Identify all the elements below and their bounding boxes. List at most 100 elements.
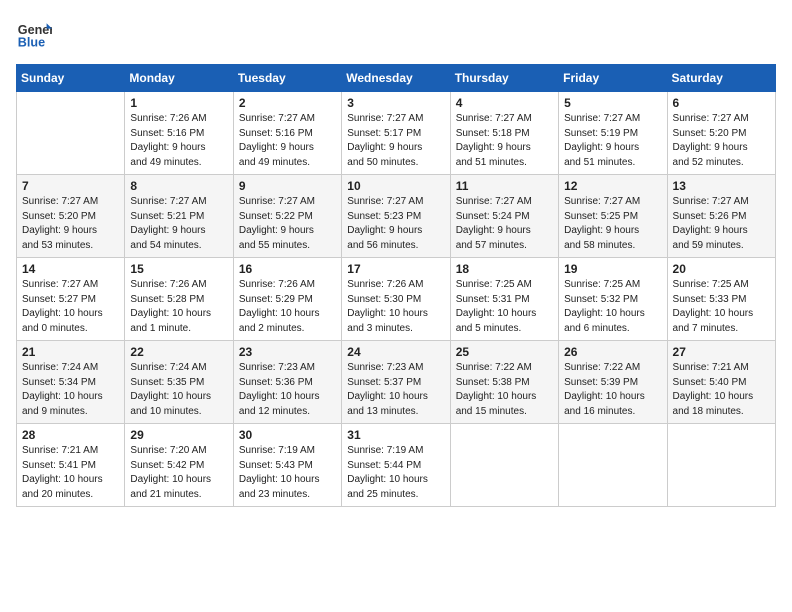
day-cell: 28 Sunrise: 7:21 AM Sunset: 5:41 PM Dayl…: [17, 424, 125, 507]
logo-icon: General Blue: [16, 16, 52, 52]
day-number: 3: [347, 96, 444, 110]
day-number: 12: [564, 179, 661, 193]
day-info: Sunrise: 7:27 AM Sunset: 5:19 PM Dayligh…: [564, 112, 661, 170]
day-info: Sunrise: 7:27 AM Sunset: 5:17 PM Dayligh…: [347, 112, 444, 170]
day-info: Sunrise: 7:26 AM Sunset: 5:16 PM Dayligh…: [130, 112, 227, 170]
day-number: 9: [239, 179, 336, 193]
day-cell: 27 Sunrise: 7:21 AM Sunset: 5:40 PM Dayl…: [667, 341, 775, 424]
day-info: Sunrise: 7:27 AM Sunset: 5:20 PM Dayligh…: [673, 112, 770, 170]
col-header-wednesday: Wednesday: [342, 65, 450, 92]
day-number: 31: [347, 428, 444, 442]
day-number: 22: [130, 345, 227, 359]
day-number: 8: [130, 179, 227, 193]
day-cell: [17, 92, 125, 175]
day-number: 14: [22, 262, 119, 276]
day-info: Sunrise: 7:27 AM Sunset: 5:27 PM Dayligh…: [22, 278, 119, 336]
day-info: Sunrise: 7:22 AM Sunset: 5:39 PM Dayligh…: [564, 361, 661, 419]
day-cell: 9 Sunrise: 7:27 AM Sunset: 5:22 PM Dayli…: [233, 175, 341, 258]
day-info: Sunrise: 7:20 AM Sunset: 5:42 PM Dayligh…: [130, 444, 227, 502]
day-cell: 16 Sunrise: 7:26 AM Sunset: 5:29 PM Dayl…: [233, 258, 341, 341]
day-number: 6: [673, 96, 770, 110]
day-number: 29: [130, 428, 227, 442]
day-number: 18: [456, 262, 553, 276]
day-cell: 18 Sunrise: 7:25 AM Sunset: 5:31 PM Dayl…: [450, 258, 558, 341]
day-cell: [667, 424, 775, 507]
day-cell: 20 Sunrise: 7:25 AM Sunset: 5:33 PM Dayl…: [667, 258, 775, 341]
day-cell: [559, 424, 667, 507]
day-number: 15: [130, 262, 227, 276]
day-info: Sunrise: 7:22 AM Sunset: 5:38 PM Dayligh…: [456, 361, 553, 419]
day-number: 11: [456, 179, 553, 193]
day-number: 16: [239, 262, 336, 276]
day-number: 2: [239, 96, 336, 110]
day-info: Sunrise: 7:26 AM Sunset: 5:28 PM Dayligh…: [130, 278, 227, 336]
day-number: 21: [22, 345, 119, 359]
col-header-thursday: Thursday: [450, 65, 558, 92]
day-info: Sunrise: 7:25 AM Sunset: 5:32 PM Dayligh…: [564, 278, 661, 336]
day-cell: 1 Sunrise: 7:26 AM Sunset: 5:16 PM Dayli…: [125, 92, 233, 175]
day-number: 1: [130, 96, 227, 110]
day-cell: 25 Sunrise: 7:22 AM Sunset: 5:38 PM Dayl…: [450, 341, 558, 424]
col-header-friday: Friday: [559, 65, 667, 92]
day-cell: 7 Sunrise: 7:27 AM Sunset: 5:20 PM Dayli…: [17, 175, 125, 258]
day-number: 28: [22, 428, 119, 442]
header-row: SundayMondayTuesdayWednesdayThursdayFrid…: [17, 65, 776, 92]
day-number: 25: [456, 345, 553, 359]
day-info: Sunrise: 7:25 AM Sunset: 5:31 PM Dayligh…: [456, 278, 553, 336]
day-number: 30: [239, 428, 336, 442]
day-cell: 31 Sunrise: 7:19 AM Sunset: 5:44 PM Dayl…: [342, 424, 450, 507]
day-cell: 14 Sunrise: 7:27 AM Sunset: 5:27 PM Dayl…: [17, 258, 125, 341]
week-row-4: 21 Sunrise: 7:24 AM Sunset: 5:34 PM Dayl…: [17, 341, 776, 424]
day-cell: 29 Sunrise: 7:20 AM Sunset: 5:42 PM Dayl…: [125, 424, 233, 507]
day-cell: 6 Sunrise: 7:27 AM Sunset: 5:20 PM Dayli…: [667, 92, 775, 175]
day-info: Sunrise: 7:24 AM Sunset: 5:35 PM Dayligh…: [130, 361, 227, 419]
page-header: General Blue: [16, 16, 776, 52]
day-info: Sunrise: 7:27 AM Sunset: 5:21 PM Dayligh…: [130, 195, 227, 253]
day-cell: 10 Sunrise: 7:27 AM Sunset: 5:23 PM Dayl…: [342, 175, 450, 258]
day-info: Sunrise: 7:27 AM Sunset: 5:20 PM Dayligh…: [22, 195, 119, 253]
day-number: 26: [564, 345, 661, 359]
day-number: 10: [347, 179, 444, 193]
day-cell: 8 Sunrise: 7:27 AM Sunset: 5:21 PM Dayli…: [125, 175, 233, 258]
week-row-3: 14 Sunrise: 7:27 AM Sunset: 5:27 PM Dayl…: [17, 258, 776, 341]
day-info: Sunrise: 7:26 AM Sunset: 5:30 PM Dayligh…: [347, 278, 444, 336]
day-number: 27: [673, 345, 770, 359]
day-cell: 5 Sunrise: 7:27 AM Sunset: 5:19 PM Dayli…: [559, 92, 667, 175]
col-header-sunday: Sunday: [17, 65, 125, 92]
logo: General Blue: [16, 16, 52, 52]
day-info: Sunrise: 7:21 AM Sunset: 5:40 PM Dayligh…: [673, 361, 770, 419]
col-header-tuesday: Tuesday: [233, 65, 341, 92]
day-info: Sunrise: 7:21 AM Sunset: 5:41 PM Dayligh…: [22, 444, 119, 502]
day-info: Sunrise: 7:27 AM Sunset: 5:23 PM Dayligh…: [347, 195, 444, 253]
day-info: Sunrise: 7:19 AM Sunset: 5:44 PM Dayligh…: [347, 444, 444, 502]
day-cell: 19 Sunrise: 7:25 AM Sunset: 5:32 PM Dayl…: [559, 258, 667, 341]
day-number: 4: [456, 96, 553, 110]
calendar-table: SundayMondayTuesdayWednesdayThursdayFrid…: [16, 64, 776, 507]
day-cell: 15 Sunrise: 7:26 AM Sunset: 5:28 PM Dayl…: [125, 258, 233, 341]
day-cell: 30 Sunrise: 7:19 AM Sunset: 5:43 PM Dayl…: [233, 424, 341, 507]
day-number: 23: [239, 345, 336, 359]
day-number: 13: [673, 179, 770, 193]
day-info: Sunrise: 7:27 AM Sunset: 5:26 PM Dayligh…: [673, 195, 770, 253]
day-number: 5: [564, 96, 661, 110]
day-cell: 23 Sunrise: 7:23 AM Sunset: 5:36 PM Dayl…: [233, 341, 341, 424]
day-info: Sunrise: 7:27 AM Sunset: 5:22 PM Dayligh…: [239, 195, 336, 253]
week-row-5: 28 Sunrise: 7:21 AM Sunset: 5:41 PM Dayl…: [17, 424, 776, 507]
svg-text:Blue: Blue: [18, 36, 45, 50]
day-info: Sunrise: 7:23 AM Sunset: 5:37 PM Dayligh…: [347, 361, 444, 419]
day-cell: 24 Sunrise: 7:23 AM Sunset: 5:37 PM Dayl…: [342, 341, 450, 424]
day-cell: 11 Sunrise: 7:27 AM Sunset: 5:24 PM Dayl…: [450, 175, 558, 258]
day-info: Sunrise: 7:24 AM Sunset: 5:34 PM Dayligh…: [22, 361, 119, 419]
col-header-saturday: Saturday: [667, 65, 775, 92]
day-info: Sunrise: 7:27 AM Sunset: 5:16 PM Dayligh…: [239, 112, 336, 170]
day-number: 20: [673, 262, 770, 276]
week-row-2: 7 Sunrise: 7:27 AM Sunset: 5:20 PM Dayli…: [17, 175, 776, 258]
day-number: 24: [347, 345, 444, 359]
day-cell: 4 Sunrise: 7:27 AM Sunset: 5:18 PM Dayli…: [450, 92, 558, 175]
day-number: 19: [564, 262, 661, 276]
day-cell: 2 Sunrise: 7:27 AM Sunset: 5:16 PM Dayli…: [233, 92, 341, 175]
day-cell: 3 Sunrise: 7:27 AM Sunset: 5:17 PM Dayli…: [342, 92, 450, 175]
day-number: 17: [347, 262, 444, 276]
day-info: Sunrise: 7:25 AM Sunset: 5:33 PM Dayligh…: [673, 278, 770, 336]
col-header-monday: Monday: [125, 65, 233, 92]
